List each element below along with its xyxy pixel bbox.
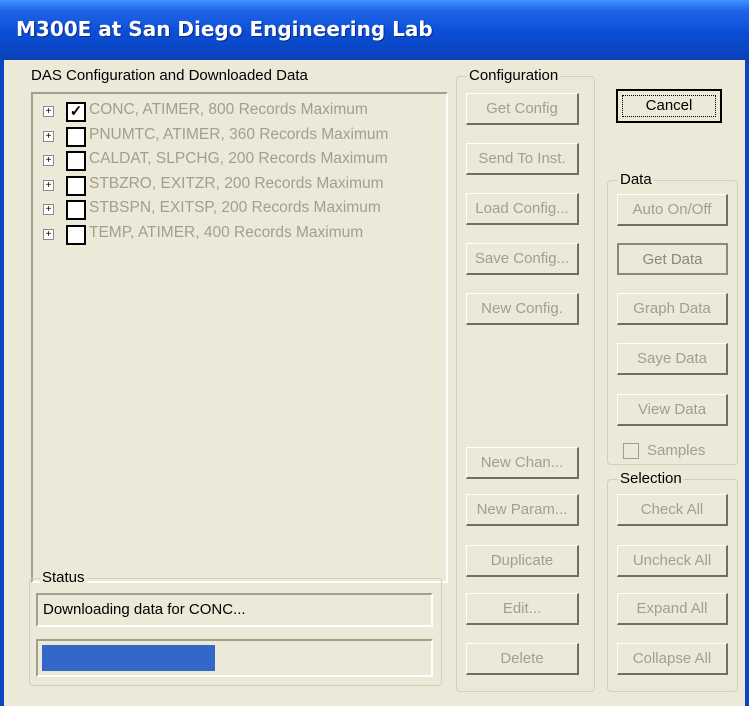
tree-item-checkbox[interactable]: ✓ bbox=[66, 102, 86, 122]
auto-on-off-button[interactable]: Auto On/Off bbox=[617, 194, 728, 226]
title-bar[interactable]: M300E at San Diego Engineering Lab bbox=[0, 0, 749, 60]
tree-item-label: CALDAT, SLPCHG, 200 Records Maximum bbox=[89, 150, 388, 167]
get-config-button[interactable]: Get Config bbox=[466, 93, 579, 125]
status-group-label: Status bbox=[40, 569, 87, 586]
window-frame-right bbox=[745, 60, 749, 706]
das-tree[interactable]: + ✓ CONC, ATIMER, 800 Records Maximum + PNUM… bbox=[31, 92, 448, 583]
status-message-field: Downloading data for CONC... bbox=[36, 593, 433, 627]
tree-item-checkbox[interactable] bbox=[66, 175, 86, 196]
expand-plus-icon[interactable]: + bbox=[43, 228, 54, 240]
tree-item-checkbox[interactable] bbox=[66, 200, 86, 220]
expand-plus-icon[interactable]: + bbox=[43, 106, 54, 117]
expand-plus-icon[interactable]: + bbox=[43, 155, 54, 166]
tree-item-checkbox[interactable] bbox=[66, 151, 86, 171]
save-config-button[interactable]: Save Config... bbox=[466, 243, 579, 275]
window-frame-left bbox=[0, 60, 4, 706]
download-progress-fill bbox=[42, 645, 215, 671]
data-group-label: Data bbox=[618, 171, 654, 188]
tree-item-label: STBZRO, EXITZR, 200 Records Maximum bbox=[89, 174, 384, 192]
check-all-button[interactable]: Check All bbox=[617, 494, 728, 526]
tree-item-label: CONC, ATIMER, 800 Records Maximum bbox=[89, 101, 368, 118]
das-panel-label: DAS Configuration and Downloaded Data bbox=[29, 67, 310, 84]
window-title: M300E at San Diego Engineering Lab bbox=[16, 17, 433, 41]
tree-item-label: STBSPN, EXITSP, 200 Records Maximum bbox=[89, 199, 381, 216]
selection-group-label: Selection bbox=[618, 470, 684, 487]
expand-plus-icon[interactable]: + bbox=[43, 179, 54, 191]
expand-all-button[interactable]: Expand All bbox=[617, 593, 728, 625]
samples-checkbox-box[interactable] bbox=[623, 443, 639, 459]
download-progress-bar bbox=[36, 639, 433, 677]
tree-item-label: TEMP, ATIMER, 400 Records Maximum bbox=[89, 223, 364, 241]
get-data-button[interactable]: Get Data bbox=[617, 243, 728, 275]
view-data-button[interactable]: View Data bbox=[617, 394, 728, 426]
edit-button[interactable]: Edit... bbox=[466, 593, 579, 625]
cancel-button[interactable]: Cancel bbox=[616, 89, 722, 123]
status-message: Downloading data for CONC... bbox=[43, 601, 246, 618]
configuration-group-label: Configuration bbox=[467, 67, 561, 84]
new-config-button[interactable]: New Config. bbox=[466, 293, 579, 325]
new-chan-button[interactable]: New Chan... bbox=[466, 447, 579, 479]
load-config-button[interactable]: Load Config... bbox=[466, 193, 579, 225]
uncheck-all-button[interactable]: Uncheck All bbox=[617, 545, 728, 577]
graph-data-button[interactable]: Graph Data bbox=[617, 293, 728, 325]
tree-item-label: PNUMTC, ATIMER, 360 Records Maximum bbox=[89, 125, 389, 143]
send-to-inst-button[interactable]: Send To Inst. bbox=[466, 143, 579, 175]
delete-button[interactable]: Delete bbox=[466, 643, 579, 675]
expand-plus-icon[interactable]: + bbox=[43, 204, 54, 215]
tree-item-checkbox[interactable] bbox=[66, 224, 86, 245]
save-data-button[interactable]: Saye Data bbox=[617, 343, 728, 375]
collapse-all-button[interactable]: Collapse All bbox=[617, 643, 728, 675]
main-window: M300E at San Diego Engineering Lab DAS C… bbox=[0, 0, 749, 706]
expand-plus-icon[interactable]: + bbox=[43, 130, 54, 142]
samples-checkbox-label: Samples bbox=[647, 442, 706, 459]
tree-item-checkbox[interactable] bbox=[66, 126, 86, 147]
new-param-button[interactable]: New Param... bbox=[466, 494, 579, 526]
duplicate-button[interactable]: Duplicate bbox=[466, 545, 579, 577]
